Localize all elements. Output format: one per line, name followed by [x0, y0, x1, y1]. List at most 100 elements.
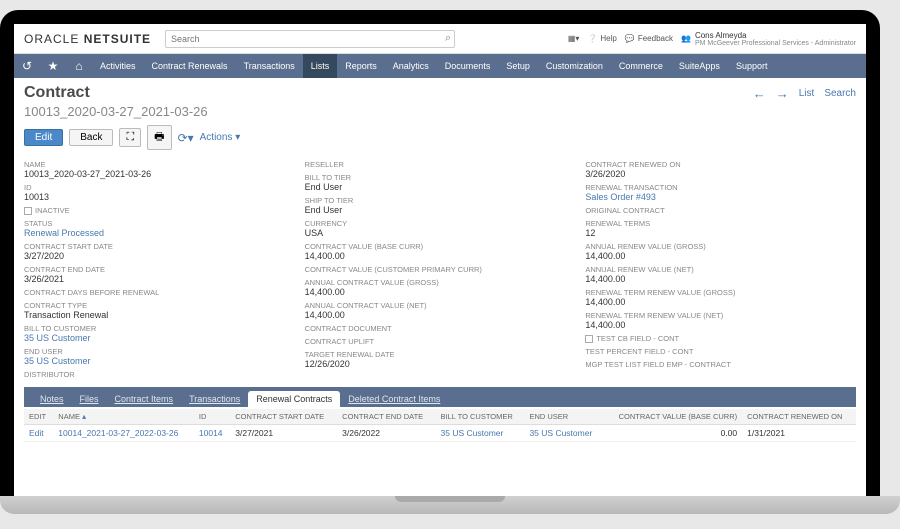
row-enduser-link[interactable]: 35 US Customer [524, 425, 603, 442]
top-bar: ORACLE NETSUITE ⌕ ▦▾ ❔ Help 💬 Feedback 👥… [14, 24, 866, 54]
field-annual-contract-value-net-: ANNUAL CONTRACT VALUE (NET)14,400.00 [305, 301, 576, 320]
col-contract-renewed-on[interactable]: CONTRACT RENEWED ON [742, 409, 856, 425]
actions-menu[interactable]: Actions ▾ [200, 132, 241, 143]
tab-deleted-contract-items[interactable]: Deleted Contract Items [340, 391, 448, 407]
renewal-contracts-table: EDITNAME ▴IDCONTRACT START DATECONTRACT … [24, 409, 856, 442]
field-end-user: END USER35 US Customer [24, 347, 295, 366]
tab-notes[interactable]: Notes [32, 391, 72, 407]
nav-documents[interactable]: Documents [437, 54, 499, 78]
fields-col-2: RESELLERBILL TO TIEREnd UserSHIP TO TIER… [305, 160, 576, 379]
nav-analytics[interactable]: Analytics [385, 54, 437, 78]
field-renewal-term-renew-value-gross-: RENEWAL TERM RENEW VALUE (GROSS)14,400.0… [585, 288, 856, 307]
field-contract-uplift: CONTRACT UPLIFT [305, 337, 576, 346]
field-contract-type: CONTRACT TYPETransaction Renewal [24, 301, 295, 320]
sort-asc-icon: ▴ [80, 412, 86, 421]
field-contract-document: CONTRACT DOCUMENT [305, 324, 576, 333]
nav-star-icon[interactable]: ★ [40, 59, 66, 73]
nav-customization[interactable]: Customization [538, 54, 611, 78]
col-bill-to-customer[interactable]: BILL TO CUSTOMER [436, 409, 525, 425]
refresh-icon[interactable]: ⟳▾ [178, 131, 194, 145]
laptop-base [0, 496, 900, 514]
nav-contract-renewals[interactable]: Contract Renewals [144, 54, 236, 78]
col-name[interactable]: NAME ▴ [53, 409, 194, 425]
col-contract-value-base-curr-[interactable]: CONTRACT VALUE (BASE CURR) [603, 409, 742, 425]
nav-support[interactable]: Support [728, 54, 776, 78]
expand-button[interactable]: ⛶ [119, 128, 141, 147]
table-row: Edit 10014_2021-03-27_2022-03-26 10014 3… [24, 425, 856, 442]
field-original-contract: ORIGINAL CONTRACT [585, 206, 856, 215]
list-link[interactable]: List [799, 88, 815, 99]
field-id: ID10013 [24, 183, 295, 202]
field-currency: CURRENCYUSA [305, 219, 576, 238]
nav-lists[interactable]: Lists [303, 54, 338, 78]
nav-reports[interactable]: Reports [337, 54, 385, 78]
field-contract-days-before-renewal: CONTRACT DAYS BEFORE RENEWAL [24, 288, 295, 297]
feedback-link[interactable]: 💬 Feedback [625, 34, 673, 43]
tab-renewal-contracts[interactable]: Renewal Contracts [248, 391, 340, 407]
record-name: 10013_2020-03-27_2021-03-26 [24, 104, 856, 119]
nav-activities[interactable]: Activities [92, 54, 144, 78]
row-renewed: 1/31/2021 [742, 425, 856, 442]
user-icon: 👥 [681, 34, 691, 43]
col-end-user[interactable]: END USER [524, 409, 603, 425]
field-inactive: INACTIVE [24, 206, 295, 215]
row-id-link[interactable]: 10014 [194, 425, 230, 442]
app-screen: ORACLE NETSUITE ⌕ ▦▾ ❔ Help 💬 Feedback 👥… [14, 24, 866, 496]
field-target-renewal-date: TARGET RENEWAL DATE12/26/2020 [305, 350, 576, 369]
next-record-arrow[interactable]: → [776, 86, 789, 101]
user-menu[interactable]: 👥 Cons Almeyda PM McGeever Professional … [681, 31, 856, 47]
all-menu-icon[interactable]: ▦▾ [568, 34, 580, 43]
col-id[interactable]: ID [194, 409, 230, 425]
row-edit-link[interactable]: Edit [24, 425, 53, 442]
field-contract-value-customer-primary-curr-: CONTRACT VALUE (CUSTOMER PRIMARY CURR) [305, 265, 576, 274]
field-annual-renew-value-net-: ANNUAL RENEW VALUE (NET)14,400.00 [585, 265, 856, 284]
nav-setup[interactable]: Setup [498, 54, 538, 78]
field-status: STATUSRenewal Processed [24, 219, 295, 238]
field-contract-renewed-on: CONTRACT RENEWED ON3/26/2020 [585, 160, 856, 179]
field-mgp-test-list-field-emp-contract: MGP TEST LIST FIELD EMP - CONTRACT [585, 360, 856, 369]
global-search: ⌕ [165, 30, 455, 48]
help-link[interactable]: ❔ Help [587, 34, 616, 43]
field-name: NAME10013_2020-03-27_2021-03-26 [24, 160, 295, 179]
field-annual-contract-value-gross-: ANNUAL CONTRACT VALUE (GROSS)14,400.00 [305, 278, 576, 297]
nav-recent-icon[interactable]: ↺ [14, 59, 40, 73]
back-button[interactable]: Back [69, 129, 113, 146]
fields-col-3: CONTRACT RENEWED ON3/26/2020 RENEWAL TRAN… [585, 160, 856, 379]
user-name: Cons Almeyda [695, 31, 856, 40]
field-bill-to-customer: BILL TO CUSTOMER35 US Customer [24, 324, 295, 343]
field-annual-renew-value-gross-: ANNUAL RENEW VALUE (GROSS)14,400.00 [585, 242, 856, 261]
tab-files[interactable]: Files [72, 391, 107, 407]
row-end: 3/26/2022 [337, 425, 435, 442]
main-nav: ↺ ★ ⌂ ActivitiesContract RenewalsTransac… [14, 54, 866, 78]
prev-record-arrow[interactable]: ← [753, 86, 766, 101]
search-link[interactable]: Search [824, 88, 856, 99]
print-button[interactable]: 🖶 [147, 125, 171, 150]
page-title: Contract [24, 84, 90, 102]
field-reseller: RESELLER [305, 160, 576, 169]
col-edit[interactable]: EDIT [24, 409, 53, 425]
user-role: PM McGeever Professional Services - Admi… [695, 40, 856, 47]
search-icon[interactable]: ⌕ [445, 32, 451, 45]
tab-contract-items[interactable]: Contract Items [107, 391, 182, 407]
checkbox-icon [585, 335, 593, 343]
search-input[interactable] [165, 30, 455, 48]
col-contract-start-date[interactable]: CONTRACT START DATE [230, 409, 337, 425]
field-renewal-terms: RENEWAL TERMS12 [585, 219, 856, 238]
field-contract-value-base-curr-: CONTRACT VALUE (BASE CURR)14,400.00 [305, 242, 576, 261]
nav-suiteapps[interactable]: SuiteApps [671, 54, 728, 78]
field-ship-to-tier: SHIP TO TIEREnd User [305, 196, 576, 215]
field-distributor: DISTRIBUTOR [24, 370, 295, 379]
fields-col-1: NAME10013_2020-03-27_2021-03-26 ID10013 IN… [24, 160, 295, 379]
nav-home-icon[interactable]: ⌂ [66, 59, 92, 73]
edit-button[interactable]: Edit [24, 129, 63, 146]
row-name-link[interactable]: 10014_2021-03-27_2022-03-26 [53, 425, 194, 442]
field-renewal-term-renew-value-net-: RENEWAL TERM RENEW VALUE (NET)14,400.00 [585, 311, 856, 330]
row-value: 0.00 [603, 425, 742, 442]
field-renewal-transaction: RENEWAL TRANSACTIONSales Order #493 [585, 183, 856, 202]
field-contract-end-date: CONTRACT END DATE3/26/2021 [24, 265, 295, 284]
row-bill-link[interactable]: 35 US Customer [436, 425, 525, 442]
nav-transactions[interactable]: Transactions [236, 54, 303, 78]
nav-commerce[interactable]: Commerce [611, 54, 671, 78]
tab-transactions[interactable]: Transactions [181, 391, 248, 407]
col-contract-end-date[interactable]: CONTRACT END DATE [337, 409, 435, 425]
